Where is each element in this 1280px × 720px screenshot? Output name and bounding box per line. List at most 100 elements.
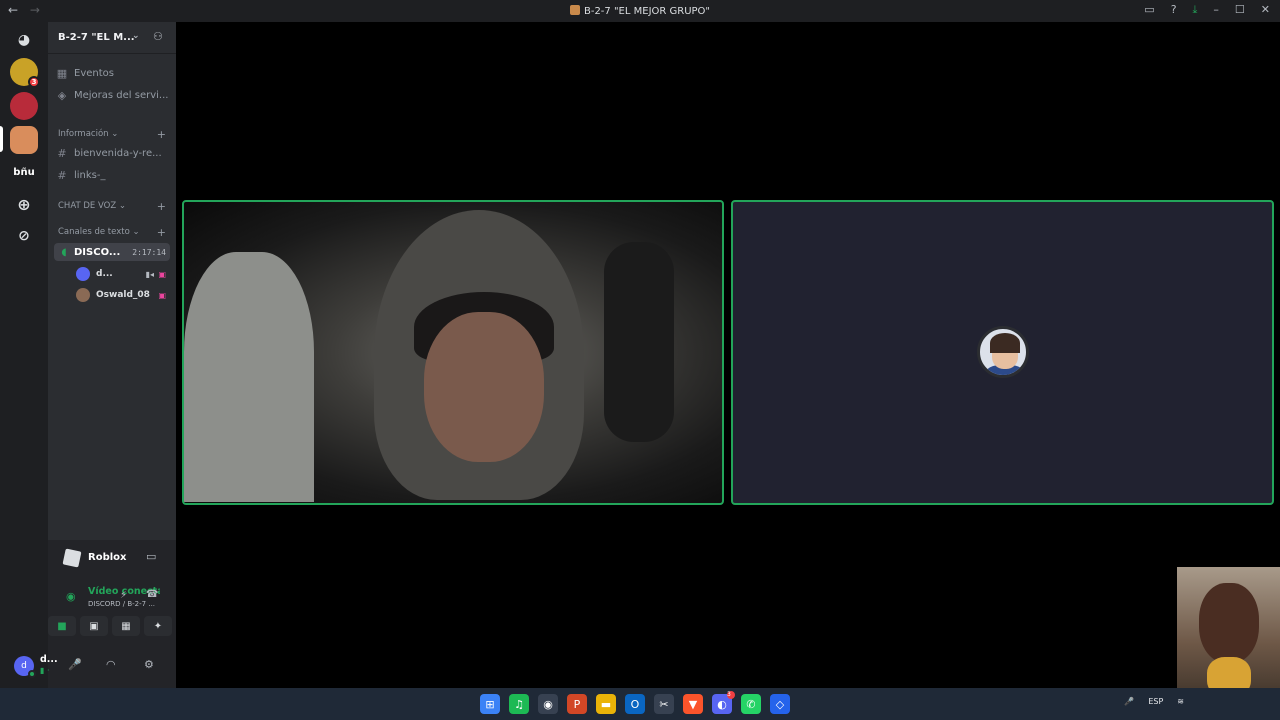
- voice-channel-label: DISCO...: [74, 246, 121, 258]
- webcam-scene: [424, 312, 544, 462]
- add-channel-button[interactable]: +: [157, 200, 166, 213]
- activity-panel: Roblox ▭: [48, 540, 176, 576]
- category-info[interactable]: Información ⌄ +: [58, 128, 170, 141]
- live-icon: ▣: [158, 290, 166, 300]
- webcam-scene: [604, 242, 674, 442]
- windows-start-icon[interactable]: ⊞: [480, 694, 500, 714]
- voice-channel-active[interactable]: ◖ DISCO... 2:17:14: [54, 243, 170, 261]
- voice-member[interactable]: Oswald_08 ▣: [76, 286, 170, 304]
- window-title: B-2-7 "EL MEJOR GRUPO": [0, 5, 1280, 17]
- video-tile-webcam[interactable]: [182, 200, 724, 505]
- user-status: ▮ ·: [40, 666, 50, 675]
- headset-icon[interactable]: ◠: [106, 658, 116, 671]
- server-icon-3[interactable]: [10, 126, 38, 154]
- server-icon-4[interactable]: bñu: [10, 158, 38, 186]
- server-icon: [569, 5, 580, 15]
- wifi-icon[interactable]: ≋: [1177, 697, 1184, 706]
- titlebar-actions: ▭ ? ⤓ – ☐ ✕: [1144, 3, 1270, 17]
- channel-links[interactable]: # links-_: [54, 165, 170, 185]
- outlook-icon[interactable]: O: [625, 694, 645, 714]
- channel-label: Eventos: [74, 67, 114, 79]
- activity-game-name: Roblox: [88, 552, 127, 563]
- voice-connection-panel: ◉ Vídeo conectac DISCORD / B-2-7 ... ⚡ ☎…: [48, 576, 176, 646]
- microphone-tray-icon[interactable]: 🎤: [1124, 697, 1134, 706]
- os-taskbar: ⊞ ♫ ◉ P ▬ O ✂ ▼ ◐ 3 ✆ ◇ 🎤 ESP ≋: [0, 688, 1280, 720]
- noise-suppression-icon[interactable]: ⚡: [120, 590, 127, 601]
- server-icon-1[interactable]: 3: [10, 58, 40, 88]
- channel-boosts[interactable]: ◈ Mejoras del servi...: [54, 85, 170, 105]
- selected-server-indicator: [0, 126, 3, 152]
- category-label: Canales de texto ⌄: [58, 227, 140, 237]
- video-tile-avatar[interactable]: [731, 200, 1274, 505]
- server-header[interactable]: B-2-7 "EL M... ⌄ ⚇: [48, 22, 176, 54]
- add-server-icon[interactable]: ⊕: [10, 190, 38, 218]
- brave-icon[interactable]: ▼: [683, 694, 703, 714]
- obs-icon[interactable]: ◉: [538, 694, 558, 714]
- boost-icon: ◈: [57, 88, 67, 102]
- channel-welcome[interactable]: # bienvenida-y-re...: [54, 143, 170, 163]
- file-explorer-icon[interactable]: ▬: [596, 694, 616, 714]
- category-label: Información ⌄: [58, 129, 119, 139]
- member-name: d...: [96, 269, 113, 279]
- category-label: CHAT DE VOZ ⌄: [58, 201, 126, 211]
- signal-icon[interactable]: ◉: [66, 590, 76, 603]
- avatar: [76, 267, 90, 281]
- server-name: B-2-7 "EL M...: [58, 32, 135, 43]
- webcam-scene: [1199, 583, 1259, 663]
- close-button[interactable]: ✕: [1261, 3, 1270, 17]
- channel-label: bienvenida-y-re...: [74, 147, 162, 159]
- roblox-taskbar-icon[interactable]: ◇: [770, 694, 790, 714]
- settings-gear-icon[interactable]: ⚙: [144, 658, 154, 671]
- maximize-button[interactable]: ☐: [1235, 3, 1245, 17]
- online-status-dot: [28, 670, 36, 678]
- camera-button[interactable]: ■: [48, 616, 76, 636]
- stream-game-button[interactable]: ▭: [146, 550, 156, 563]
- whatsapp-icon[interactable]: ✆: [741, 694, 761, 714]
- roblox-icon: [62, 548, 82, 568]
- notification-badge: 3: [727, 691, 735, 699]
- mention-badge: 3: [28, 76, 40, 88]
- channel-events[interactable]: ▦ Eventos: [54, 63, 170, 83]
- soundboard-button[interactable]: ✦: [144, 616, 172, 636]
- channel-label: Mejoras del servi...: [74, 89, 169, 101]
- webcam-scene: [184, 252, 314, 502]
- add-channel-button[interactable]: +: [157, 128, 166, 141]
- add-person-icon[interactable]: ⚇: [153, 30, 163, 43]
- server-list: ◕ 3 bñu ⊕ ⊘: [0, 22, 48, 688]
- speaker-icon: ◖: [61, 246, 67, 258]
- server-icon-2[interactable]: [10, 92, 38, 120]
- inbox-icon[interactable]: ▭: [1144, 3, 1154, 17]
- disconnect-icon[interactable]: ☎: [146, 589, 158, 600]
- discord-home-icon[interactable]: ◕: [10, 26, 38, 54]
- username[interactable]: d...: [40, 654, 58, 665]
- hashtag-icon: #: [57, 168, 67, 182]
- help-icon[interactable]: ?: [1171, 3, 1177, 17]
- category-text[interactable]: Canales de texto ⌄ +: [58, 226, 170, 239]
- voice-member[interactable]: d... ▮◂ ▣: [76, 265, 170, 283]
- live-icon: ▣: [158, 269, 166, 279]
- powerpoint-icon[interactable]: P: [567, 694, 587, 714]
- connection-location[interactable]: DISCORD / B-2-7 ...: [88, 600, 160, 608]
- taskbar-apps: ⊞ ♫ ◉ P ▬ O ✂ ▼ ◐ 3 ✆ ◇: [480, 691, 790, 714]
- avatar: [76, 288, 90, 302]
- calendar-icon: ▦: [56, 66, 68, 80]
- chevron-down-icon[interactable]: ⌄: [132, 31, 140, 41]
- minimize-button[interactable]: –: [1213, 3, 1219, 17]
- discord-taskbar-icon[interactable]: ◐ 3: [712, 691, 735, 714]
- window-titlebar: ← → B-2-7 "EL MEJOR GRUPO" ▭ ? ⤓ – ☐ ✕: [0, 0, 1280, 22]
- download-icon[interactable]: ⤓: [1193, 3, 1198, 17]
- language-indicator[interactable]: ESP: [1148, 697, 1163, 706]
- capcut-icon[interactable]: ✂: [654, 694, 674, 714]
- system-tray: 🎤 ESP ≋: [1124, 697, 1184, 706]
- participant-avatar: [977, 326, 1029, 378]
- category-voice[interactable]: CHAT DE VOZ ⌄ +: [58, 200, 170, 213]
- activities-button[interactable]: ▦: [112, 616, 140, 636]
- microphone-icon[interactable]: 🎤: [68, 658, 82, 671]
- explore-icon[interactable]: ⊘: [10, 222, 38, 250]
- call-duration: 2:17:14: [132, 247, 166, 257]
- voice-call-stage: [176, 22, 1280, 688]
- add-channel-button[interactable]: +: [157, 226, 166, 239]
- camera-icon: ▮◂: [145, 269, 154, 279]
- spotify-icon[interactable]: ♫: [509, 694, 529, 714]
- screen-share-button[interactable]: ▣: [80, 616, 108, 636]
